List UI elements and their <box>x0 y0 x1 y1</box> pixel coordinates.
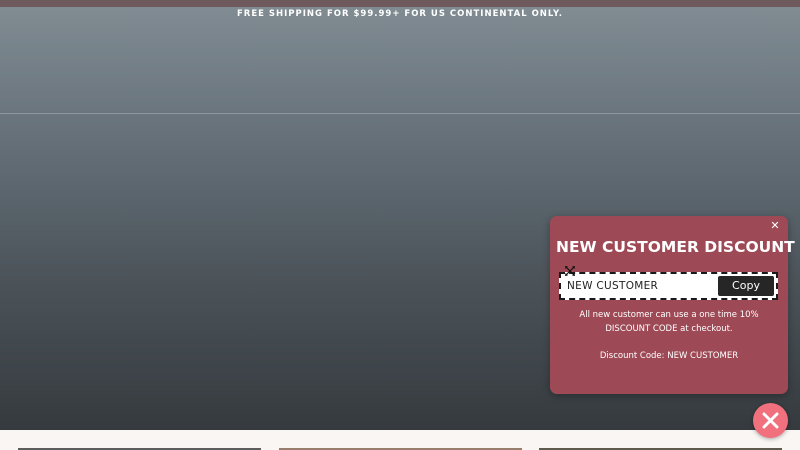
popup-title: NEW CUSTOMER DISCOUNT <box>556 238 795 256</box>
popup-close-icon[interactable]: ✕ <box>768 219 782 233</box>
header-divider <box>0 113 800 114</box>
announcement-bar: FREE SHIPPING FOR $99.99+ FOR US CONTINE… <box>236 9 563 19</box>
floating-close-button[interactable] <box>753 403 788 438</box>
popup-description: All new customer can use a one time 10% … <box>579 310 759 334</box>
top-strip <box>0 0 800 7</box>
discount-popup: ✕ NEW CUSTOMER DISCOUNT NEW CUSTOMER Cop… <box>550 216 795 394</box>
page: FREE SHIPPING FOR $99.99+ FOR US CONTINE… <box>0 0 800 450</box>
cursor-move-icon <box>565 266 575 276</box>
discount-code-value: NEW CUSTOMER <box>567 280 659 292</box>
discount-code-box[interactable]: NEW CUSTOMER Copy <box>559 272 778 300</box>
close-icon <box>762 412 779 429</box>
copy-button[interactable]: Copy <box>718 276 774 296</box>
product-section <box>0 430 800 450</box>
popup-code-line: Discount Code: NEW CUSTOMER <box>599 351 739 361</box>
